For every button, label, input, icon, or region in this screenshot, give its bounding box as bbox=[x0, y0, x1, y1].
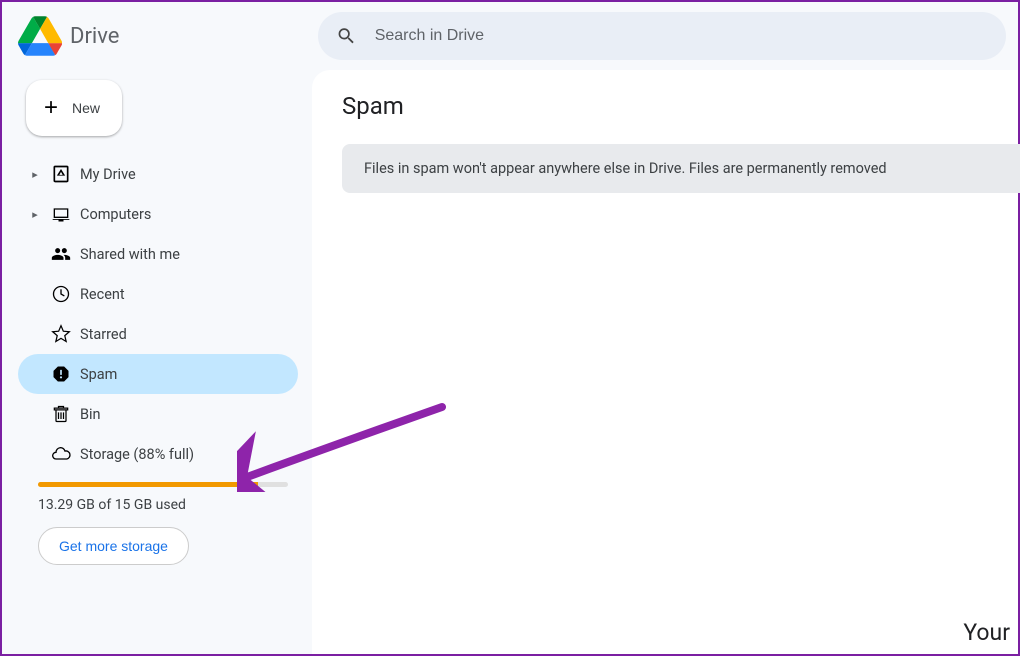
bin-icon bbox=[50, 403, 72, 425]
spam-icon bbox=[50, 363, 72, 385]
storage-progress-bar bbox=[38, 482, 288, 487]
new-button-label: New bbox=[72, 100, 100, 116]
search-input[interactable] bbox=[375, 27, 988, 45]
caret-icon: ▸ bbox=[28, 208, 42, 221]
sidebar-item-computers[interactable]: ▸ Computers bbox=[18, 194, 298, 234]
sidebar-item-spam[interactable]: ▸ Spam bbox=[18, 354, 298, 394]
sidebar-item-label: Storage (88% full) bbox=[80, 446, 194, 463]
main-content: Spam Files in spam won't appear anywhere… bbox=[312, 70, 1018, 654]
computers-icon bbox=[50, 203, 72, 225]
storage-used-text: 13.29 GB of 15 GB used bbox=[38, 497, 288, 513]
storage-section: 13.29 GB of 15 GB used Get more storage bbox=[20, 474, 298, 565]
get-more-storage-button[interactable]: Get more storage bbox=[38, 527, 189, 565]
search-bar[interactable] bbox=[318, 12, 1006, 60]
sidebar-item-starred[interactable]: ▸ Starred bbox=[18, 314, 298, 354]
sidebar-item-label: Shared with me bbox=[80, 246, 180, 263]
sidebar-item-my-drive[interactable]: ▸ My Drive bbox=[18, 154, 298, 194]
sidebar-item-label: Starred bbox=[80, 326, 127, 343]
corner-text: Your bbox=[963, 619, 1010, 646]
sidebar-item-label: Spam bbox=[80, 366, 117, 383]
sidebar-item-label: Bin bbox=[80, 406, 101, 423]
app-name: Drive bbox=[70, 24, 119, 49]
page-title: Spam bbox=[342, 92, 1018, 120]
app-logo[interactable]: Drive bbox=[18, 16, 318, 56]
storage-progress-fill bbox=[38, 482, 258, 487]
starred-icon bbox=[50, 323, 72, 345]
caret-icon: ▸ bbox=[28, 168, 42, 181]
drive-logo-icon bbox=[18, 16, 62, 56]
sidebar-item-label: Recent bbox=[80, 286, 125, 303]
new-button[interactable]: + New bbox=[26, 80, 122, 136]
sidebar-item-storage[interactable]: ▸ Storage (88% full) bbox=[18, 434, 298, 474]
sidebar: + New ▸ My Drive ▸ Computers bbox=[2, 70, 312, 654]
sidebar-nav: ▸ My Drive ▸ Computers ▸ Shared bbox=[20, 154, 298, 474]
shared-icon bbox=[50, 243, 72, 265]
sidebar-item-label: My Drive bbox=[80, 166, 136, 183]
recent-icon bbox=[50, 283, 72, 305]
sidebar-item-shared[interactable]: ▸ Shared with me bbox=[18, 234, 298, 274]
my-drive-icon bbox=[50, 163, 72, 185]
info-banner: Files in spam won't appear anywhere else… bbox=[342, 144, 1020, 193]
app-header: Drive bbox=[2, 2, 1018, 70]
sidebar-item-recent[interactable]: ▸ Recent bbox=[18, 274, 298, 314]
plus-icon: + bbox=[44, 94, 58, 122]
sidebar-item-label: Computers bbox=[80, 206, 151, 223]
search-icon bbox=[336, 25, 357, 47]
cloud-icon bbox=[50, 443, 72, 465]
sidebar-item-bin[interactable]: ▸ Bin bbox=[18, 394, 298, 434]
